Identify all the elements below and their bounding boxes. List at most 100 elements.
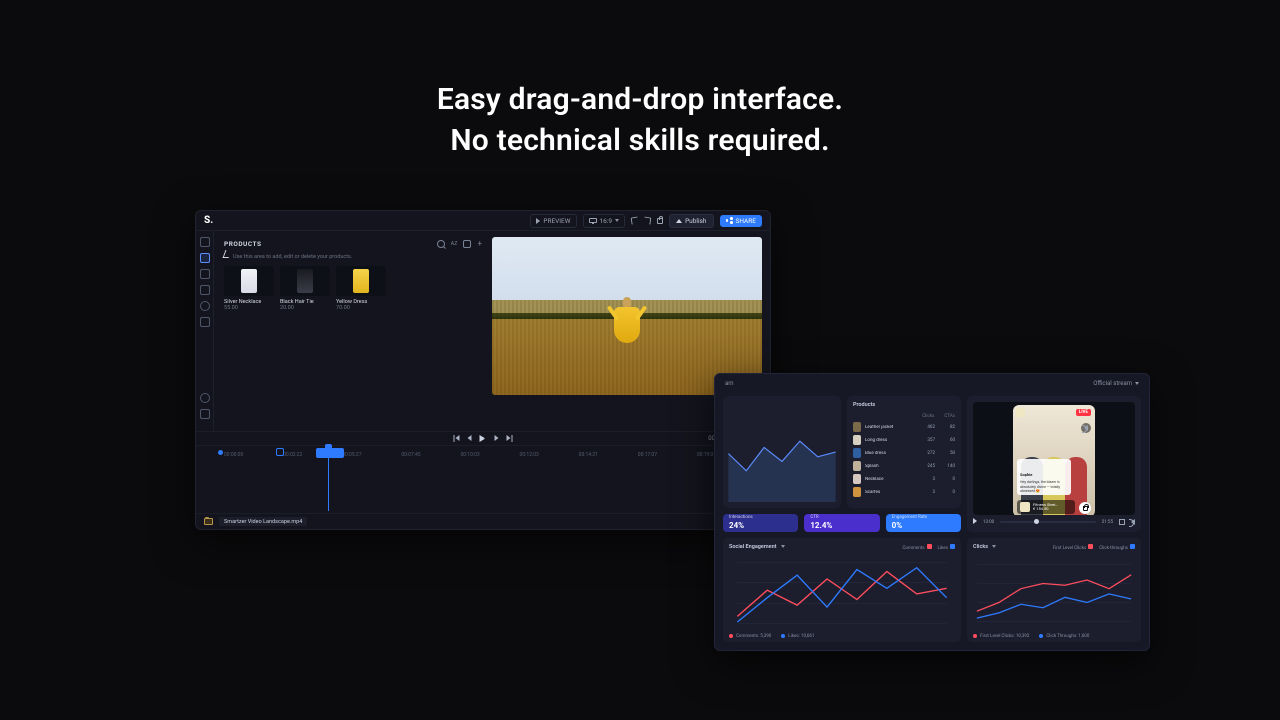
kpi-value: 24% xyxy=(729,521,792,530)
timeline-playhead[interactable] xyxy=(328,447,329,511)
products-card: Products . Clicks CTAs Leather jacket 46… xyxy=(847,396,961,508)
products-card-columns: . Clicks CTAs xyxy=(853,414,955,419)
play-icon[interactable] xyxy=(480,435,487,442)
product-row[interactable]: Long dress 357 60 xyxy=(853,435,955,445)
product-row-name: Long dress xyxy=(865,438,915,443)
timeline-loop-marker[interactable] xyxy=(276,448,284,456)
social-line-chart xyxy=(727,556,957,630)
timeline-mark: 00:14:21 xyxy=(579,452,638,458)
product-row[interactable]: Necklace 3 0 xyxy=(853,474,955,484)
product-row-clicks: 272 xyxy=(919,451,935,456)
timeline-mark: 00:05:27 xyxy=(342,452,401,458)
products-panel: PRODUCTS AZ + Use this area to add, edit… xyxy=(214,231,492,431)
product-row-cta: 0 xyxy=(939,477,955,482)
product-row[interactable]: Blue dress 272 50 xyxy=(853,448,955,458)
stream-time-current: 13:00 xyxy=(983,520,994,525)
folder-icon[interactable] xyxy=(204,518,213,525)
product-row-thumb xyxy=(853,422,861,432)
step-back-icon[interactable] xyxy=(467,435,474,442)
sidebar-text-icon[interactable] xyxy=(200,285,210,295)
product-row-cta: 140 xyxy=(939,464,955,469)
sidebar-media-icon[interactable] xyxy=(200,269,210,279)
chart-footer-item: Comments: 5,390 xyxy=(729,634,771,639)
dashboard-title-suffix: am xyxy=(725,380,734,387)
product-row-thumb xyxy=(853,448,861,458)
undo-icon[interactable] xyxy=(631,216,639,224)
timeline-start-marker[interactable] xyxy=(218,450,223,455)
legend-item[interactable]: First Level Clicks xyxy=(1053,544,1094,551)
legend-item[interactable]: Comments xyxy=(902,544,931,551)
monitor-icon xyxy=(589,218,597,223)
legend-item[interactable]: Likes xyxy=(938,544,955,551)
stream-caption: Sophie Hey darlings, the blazer is absol… xyxy=(1017,459,1071,495)
headline-line-2: No technical skills required. xyxy=(450,123,829,158)
step-forward-icon[interactable] xyxy=(493,435,500,442)
stream-cart-button[interactable] xyxy=(1079,502,1091,514)
product-row-clicks: 462 xyxy=(919,425,935,430)
product-row[interactable]: Splash 245 140 xyxy=(853,461,955,471)
editor-topbar: S. PREVIEW 16:9 Publish SHARE xyxy=(196,211,770,231)
sort-az[interactable]: AZ xyxy=(451,241,458,247)
aspect-ratio-value: 16:9 xyxy=(600,217,613,225)
upload-products-icon[interactable] xyxy=(463,240,471,248)
source-file-chip[interactable]: Smartzer Video Landscape.mp4 xyxy=(219,517,307,526)
sidebar-gear-icon[interactable] xyxy=(200,393,210,403)
play-icon xyxy=(536,218,540,224)
live-stream-preview[interactable]: LIVE Sophie Hey darlings, the blazer is … xyxy=(973,402,1135,515)
legend-item[interactable]: Click-throughs xyxy=(1099,544,1135,551)
stream-phone-frame: LIVE Sophie Hey darlings, the blazer is … xyxy=(1013,405,1095,515)
product-row-name: Leather jacket xyxy=(865,425,915,430)
analytics-dashboard-window: am Official stream Products . Clicks CTA… xyxy=(714,373,1150,651)
share-button[interactable]: SHARE xyxy=(720,215,763,227)
skip-end-icon[interactable] xyxy=(506,435,513,442)
expand-icon[interactable] xyxy=(1119,519,1125,525)
product-card[interactable]: Black Hair Tie 20.00 xyxy=(280,266,330,311)
volume-icon[interactable] xyxy=(1131,519,1135,525)
product-row[interactable]: Leather jacket 462 82 xyxy=(853,422,955,432)
sidebar-layers-icon[interactable] xyxy=(200,237,210,247)
preview-button[interactable]: PREVIEW xyxy=(530,214,576,228)
kpi-0: Interactions 24% xyxy=(723,514,798,532)
viewers-area-chart xyxy=(727,424,837,502)
bag-icon xyxy=(1083,506,1088,511)
product-card[interactable]: Silver Necklace 55.00 xyxy=(224,266,274,311)
timeline-marks: 00:00:0000:02:2200:05:2700:07:4500:10:03… xyxy=(224,452,760,458)
kpi-row: Interactions 24% CTR 12.4% Engagement Ra… xyxy=(723,514,961,532)
stream-seekbar[interactable] xyxy=(1000,521,1096,523)
sidebar-settings-icon[interactable] xyxy=(200,317,210,327)
stream-selector[interactable]: Official stream xyxy=(1093,380,1139,387)
product-row-thumb xyxy=(853,487,861,497)
publish-button[interactable]: Publish xyxy=(669,214,713,228)
product-price: 70.00 xyxy=(336,305,386,311)
product-row[interactable]: Scarfes 3 0 xyxy=(853,487,955,497)
stream-time-total: 21:55 xyxy=(1102,520,1113,525)
skip-start-icon[interactable] xyxy=(454,435,461,442)
redo-icon[interactable] xyxy=(644,216,652,224)
search-icon[interactable] xyxy=(437,240,445,248)
timeline-mark: 00:10:03 xyxy=(460,452,519,458)
product-price: 55.00 xyxy=(224,305,274,311)
kpi-value: 0% xyxy=(892,521,955,530)
stream-play-icon[interactable] xyxy=(973,518,977,526)
app-logo: S. xyxy=(204,215,213,226)
sidebar-shapes-icon[interactable] xyxy=(200,301,210,311)
products-card-title: Products xyxy=(853,402,955,408)
live-stream-card: LIVE Sophie Hey darlings, the blazer is … xyxy=(967,396,1141,532)
product-thumb xyxy=(224,266,274,296)
product-card[interactable]: Yellow Dress 70.00 xyxy=(336,266,386,311)
product-row-cta: 82 xyxy=(939,425,955,430)
product-price: 20.00 xyxy=(280,305,330,311)
sidebar-products-icon[interactable] xyxy=(200,253,210,263)
product-row-thumb xyxy=(853,461,861,471)
product-row-name: Necklace xyxy=(865,477,915,482)
timeline[interactable]: 00:00:0000:02:2200:05:2700:07:4500:10:03… xyxy=(196,445,770,515)
add-product-icon[interactable]: + xyxy=(477,239,482,248)
product-thumb xyxy=(336,266,386,296)
sidebar-home-icon[interactable] xyxy=(200,409,210,419)
aspect-ratio-select[interactable]: 16:9 xyxy=(583,214,626,228)
lock-icon[interactable] xyxy=(657,218,663,224)
products-subtitle: Use this area to add, edit or delete you… xyxy=(224,250,482,260)
video-preview[interactable] xyxy=(492,237,762,395)
chart-footer-item: First Level Clicks: 10,392 xyxy=(973,634,1029,639)
stream-product-pill[interactable]: Fitness Stret…€ 154.50 xyxy=(1017,500,1075,514)
